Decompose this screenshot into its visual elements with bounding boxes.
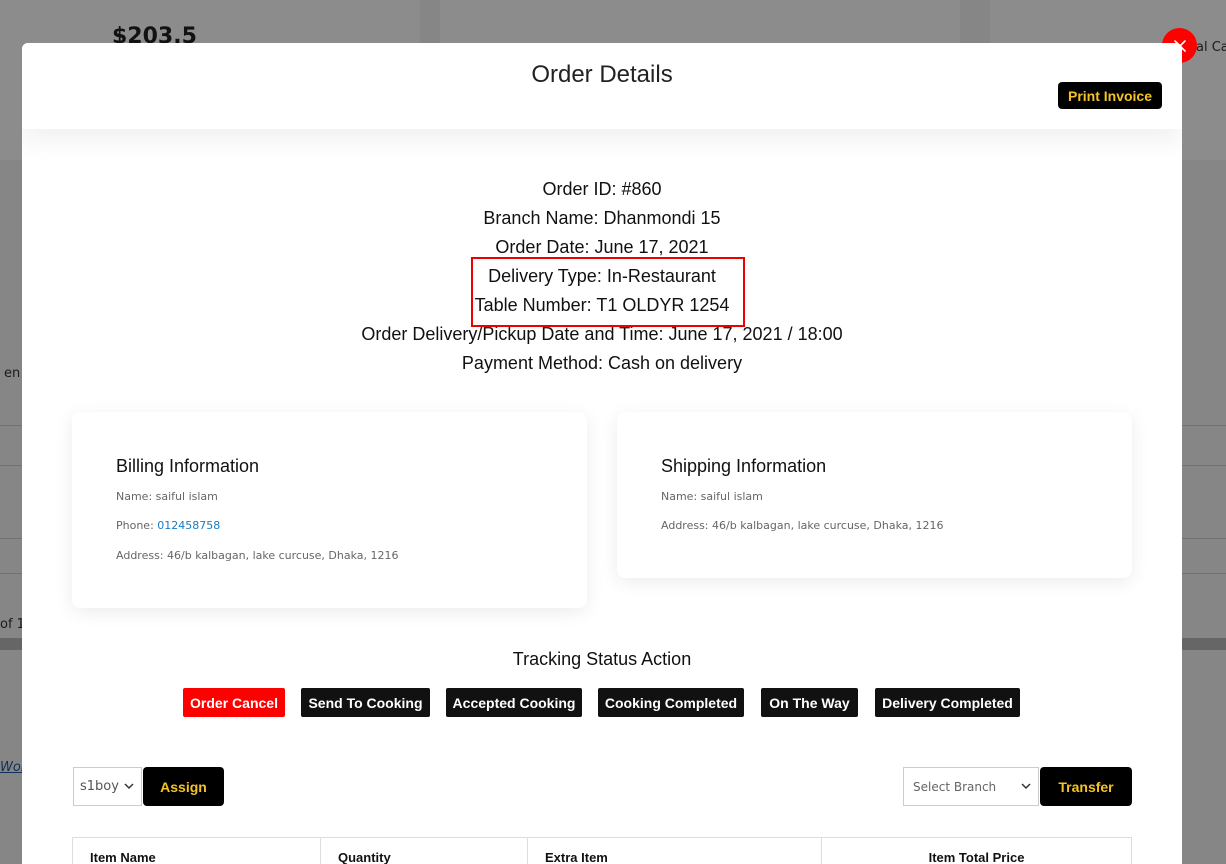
billing-phone-label: Phone: [116, 519, 158, 532]
order-id: Order ID: #860 [542, 179, 662, 199]
column-header-item-total-price: Item Total Price [821, 837, 1132, 864]
payment-method: Payment Method: Cash on delivery [461, 353, 743, 373]
column-header-quantity: Quantity [320, 837, 528, 864]
shipping-name: Name: saiful islam [661, 490, 763, 503]
billing-phone-row: Phone: 012458758 [116, 519, 220, 532]
table-header-row: Item Name Quantity Extra Item Item Total… [72, 837, 1132, 864]
column-header-extra-item: Extra Item [527, 837, 822, 864]
accepted-cooking-button[interactable]: Accepted Cooking [446, 688, 582, 717]
rider-select[interactable]: s1boy [73, 767, 142, 806]
shipping-info-card: Shipping Information Name: saiful islam … [617, 412, 1132, 578]
assign-button[interactable]: Assign [143, 767, 224, 806]
order-details-modal: Order Details Print Invoice Order ID: #8… [22, 43, 1182, 864]
billing-address: Address: 46/b kalbagan, lake curcuse, Dh… [116, 549, 399, 562]
chevron-down-icon [1021, 783, 1031, 790]
modal-title: Order Details [531, 61, 673, 88]
highlight-annotation-box [471, 257, 745, 327]
billing-title: Billing Information [116, 456, 260, 476]
billing-phone-link[interactable]: 012458758 [157, 519, 220, 532]
modal-header: Order Details Print Invoice [22, 43, 1182, 129]
tracking-status-title: Tracking Status Action [512, 649, 692, 669]
delivery-completed-button[interactable]: Delivery Completed [875, 688, 1020, 717]
print-invoice-button[interactable]: Print Invoice [1058, 82, 1162, 109]
cooking-completed-button[interactable]: Cooking Completed [598, 688, 744, 717]
transfer-button[interactable]: Transfer [1040, 767, 1132, 806]
chevron-down-icon [124, 783, 134, 790]
rider-select-value: s1boy [80, 779, 119, 794]
billing-info-card: Billing Information Name: saiful islam P… [72, 412, 587, 608]
order-items-table: Item Name Quantity Extra Item Item Total… [72, 837, 1132, 864]
billing-name: Name: saiful islam [116, 490, 218, 503]
shipping-title: Shipping Information [661, 456, 827, 476]
on-the-way-button[interactable]: On The Way [761, 688, 858, 717]
send-to-cooking-button[interactable]: Send To Cooking [301, 688, 430, 717]
branch-select-placeholder: Select Branch [913, 779, 997, 794]
order-cancel-button[interactable]: Order Cancel [183, 688, 285, 717]
branch-name: Branch Name: Dhanmondi 15 [483, 208, 721, 228]
column-header-item-name: Item Name [72, 837, 321, 864]
shipping-address: Address: 46/b kalbagan, lake curcuse, Dh… [661, 519, 944, 532]
branch-select[interactable]: Select Branch [903, 767, 1039, 806]
